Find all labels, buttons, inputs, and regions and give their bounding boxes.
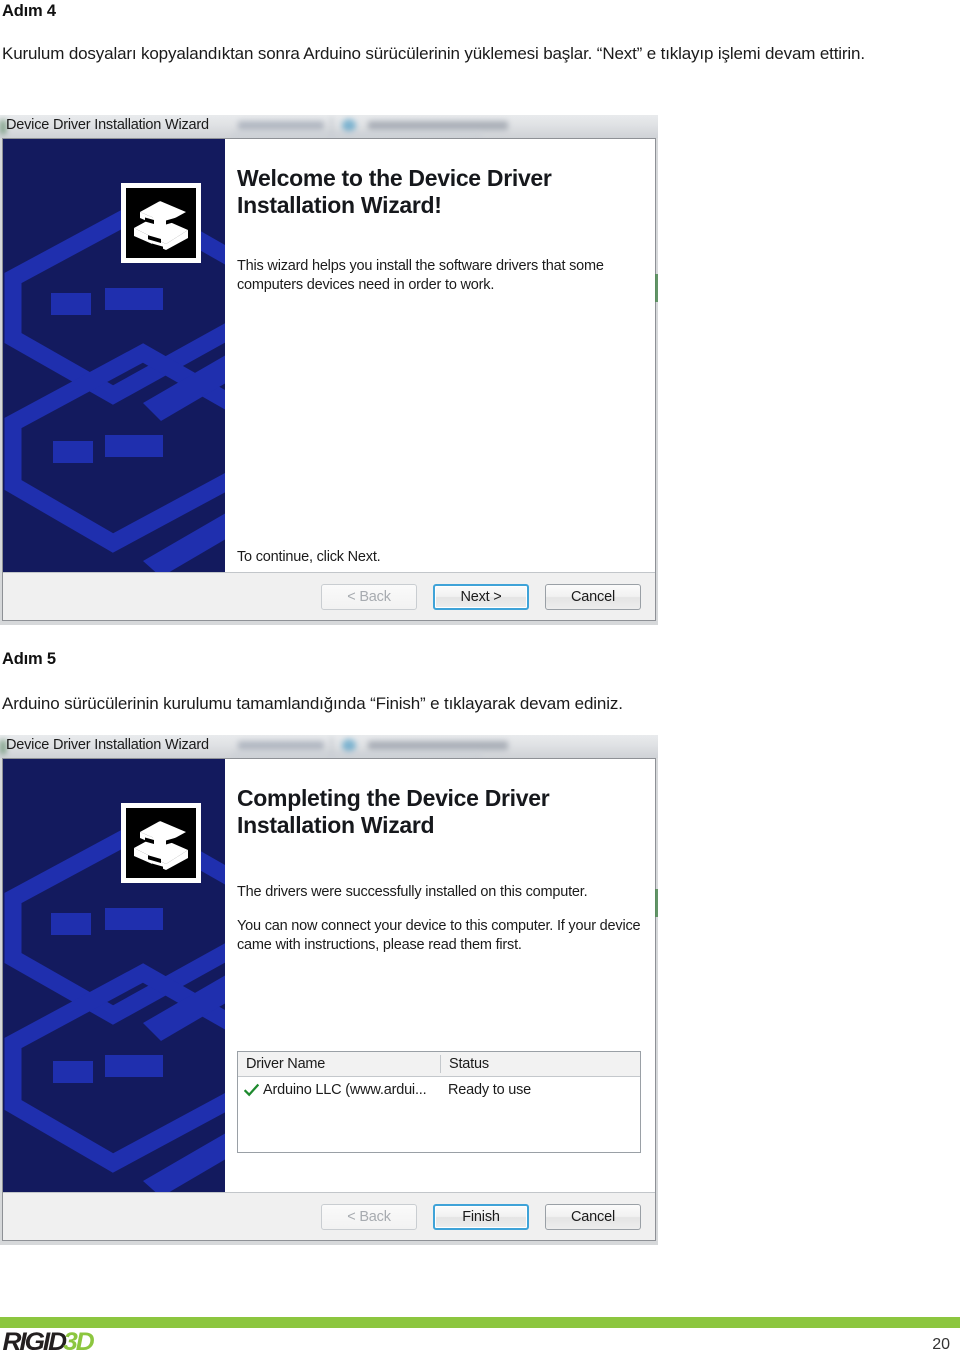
step-5-heading: Adım 5 bbox=[2, 650, 56, 668]
background-green-sliver bbox=[655, 889, 658, 917]
cancel-button[interactable]: Cancel bbox=[545, 583, 641, 610]
wizard2-heading: Completing the Device Driver Installatio… bbox=[237, 785, 550, 838]
background-window-ghost-3 bbox=[368, 741, 508, 750]
screenshot-welcome-wizard: Device Driver Installation Wizard Welcom… bbox=[0, 115, 658, 625]
rigid3d-logo: RIGID 3D bbox=[2, 1328, 96, 1357]
table-row[interactable]: Arduino LLC (www.ardui... Ready to use bbox=[238, 1077, 640, 1103]
wizard2-sidebar bbox=[3, 759, 225, 1192]
wizard1-window: Welcome to the Device Driver Installatio… bbox=[2, 138, 658, 621]
background-window-ghost-1 bbox=[238, 741, 324, 750]
background-window-ghost-icon bbox=[342, 739, 356, 752]
wizard1-sidebar bbox=[3, 139, 225, 572]
wizard2-main: Completing the Device Driver Installatio… bbox=[225, 759, 655, 1192]
wizard2-title-text: Device Driver Installation Wizard bbox=[6, 737, 209, 753]
device-driver-icon bbox=[121, 183, 201, 263]
back-button[interactable]: < Back bbox=[321, 1203, 417, 1230]
wizard1-title-text: Device Driver Installation Wizard bbox=[6, 117, 209, 133]
logo-text-rigid: RIGID bbox=[2, 1328, 68, 1356]
cancel-button[interactable]: Cancel bbox=[545, 1203, 641, 1230]
cell-driver-status: Ready to use bbox=[448, 1082, 532, 1098]
green-check-icon bbox=[244, 1083, 259, 1096]
wizard2-description-1: The drivers were successfully installed … bbox=[237, 884, 588, 900]
cell-driver-name: Arduino LLC (www.ardui... bbox=[238, 1082, 440, 1098]
column-header-status: Status bbox=[440, 1055, 640, 1073]
wizard2-titlebar: Device Driver Installation Wizard bbox=[0, 735, 658, 758]
wizard1-titlebar: Device Driver Installation Wizard bbox=[0, 115, 658, 138]
driver-status-table: Driver Name Status Arduino LLC (www.ardu… bbox=[237, 1051, 641, 1153]
background-window-ghost-3 bbox=[368, 121, 508, 130]
back-button[interactable]: < Back bbox=[321, 583, 417, 610]
screenshot-completing-wizard: Device Driver Installation Wizard Comple… bbox=[0, 735, 658, 1245]
column-header-driver-name: Driver Name bbox=[246, 1056, 326, 1072]
finish-button[interactable]: Finish bbox=[433, 1203, 529, 1230]
wizard2-window: Completing the Device Driver Installatio… bbox=[2, 758, 658, 1241]
wizard1-footer: < Back Next > Cancel bbox=[3, 572, 655, 620]
wizard2-body: Completing the Device Driver Installatio… bbox=[3, 759, 655, 1192]
wizard2-footer: < Back Finish Cancel bbox=[3, 1192, 655, 1240]
step-4-paragraph: Kurulum dosyaları kopyalandıktan sonra A… bbox=[2, 44, 865, 63]
background-green-sliver bbox=[655, 274, 658, 302]
step-4-heading: Adım 4 bbox=[2, 2, 56, 20]
logo-text-3d: 3D bbox=[63, 1328, 95, 1356]
wizard1-main: Welcome to the Device Driver Installatio… bbox=[225, 139, 655, 572]
wizard1-body: Welcome to the Device Driver Installatio… bbox=[3, 139, 655, 572]
table-header-row: Driver Name Status bbox=[238, 1052, 640, 1077]
page: Adım 4 Kurulum dosyaları kopyalandıktan … bbox=[0, 0, 960, 1359]
device-driver-icon bbox=[121, 803, 201, 883]
wizard2-description-2: You can now connect your device to this … bbox=[237, 918, 641, 953]
background-window-ghost-1 bbox=[238, 121, 324, 130]
wizard1-hint: To continue, click Next. bbox=[237, 549, 381, 565]
wizard1-heading: Welcome to the Device Driver Installatio… bbox=[237, 165, 552, 218]
background-window-ghost-icon bbox=[342, 119, 356, 132]
next-button[interactable]: Next > bbox=[433, 583, 529, 610]
wizard1-description: This wizard helps you install the softwa… bbox=[237, 258, 604, 293]
page-number: 20 bbox=[932, 1336, 950, 1353]
step-5-paragraph: Arduino sürücülerinin kurulumu tamamland… bbox=[2, 694, 623, 713]
footer-green-rule bbox=[0, 1317, 960, 1328]
